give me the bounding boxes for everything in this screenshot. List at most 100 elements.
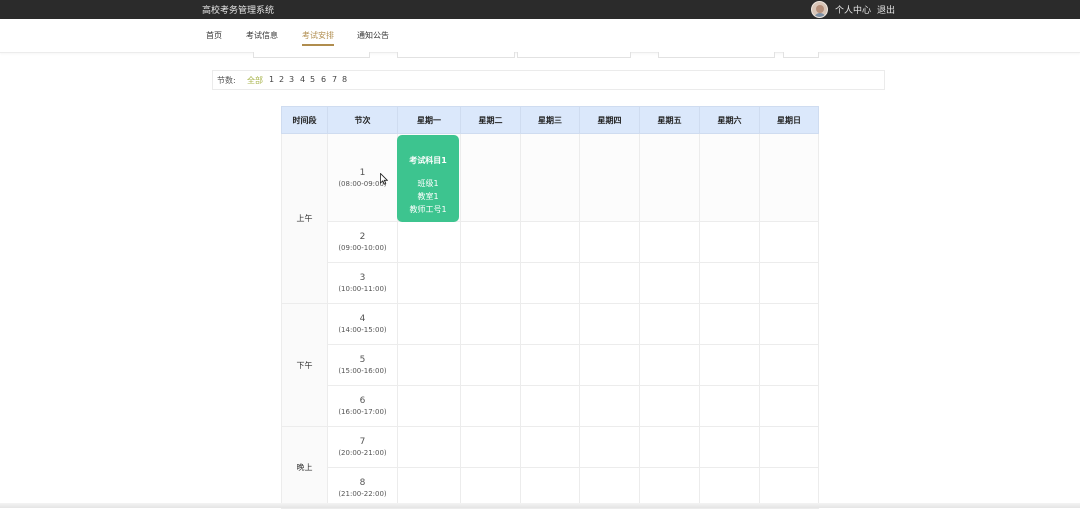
schedule-cell[interactable] — [397, 344, 461, 386]
schedule-cell[interactable] — [460, 385, 521, 427]
slot-number: 5 — [359, 355, 366, 365]
exam-teacher: 教师工号1 — [409, 205, 447, 214]
slot-time: (21:00-22:00) — [338, 490, 387, 498]
schedule-cell[interactable] — [639, 344, 700, 386]
schedule-cell[interactable] — [520, 385, 580, 427]
schedule-cell[interactable] — [759, 221, 819, 263]
schedule-cell[interactable] — [460, 221, 521, 263]
schedule-cell[interactable] — [759, 344, 819, 386]
schedule-cell[interactable] — [520, 133, 580, 222]
schedule-cell[interactable] — [639, 303, 700, 345]
schedule-cell[interactable] — [520, 262, 580, 304]
schedule-cell[interactable] — [699, 303, 760, 345]
user-avatar-icon[interactable] — [811, 1, 828, 18]
section-filter-label: 节数: — [217, 76, 236, 85]
schedule-cell[interactable] — [579, 133, 640, 222]
schedule-cell[interactable] — [397, 221, 461, 263]
schedule-cell[interactable] — [699, 426, 760, 468]
slot-number: 3 — [359, 273, 366, 283]
schedule-cell[interactable] — [579, 426, 640, 468]
schedule-cell[interactable] — [579, 344, 640, 386]
user-center-link[interactable]: 个人中心 — [835, 3, 871, 16]
nav-exam-schedule[interactable]: 考试安排 — [302, 30, 334, 46]
period-afternoon: 下午 — [281, 303, 328, 427]
slot-number: 2 — [359, 232, 366, 242]
section-option-all[interactable]: 全部 — [247, 75, 263, 86]
nav-home[interactable]: 首页 — [206, 30, 222, 41]
search-button[interactable] — [783, 52, 819, 58]
mouse-cursor-icon — [380, 173, 388, 185]
schedule-cell[interactable] — [520, 426, 580, 468]
schedule-cell[interactable] — [460, 344, 521, 386]
nav-notices[interactable]: 通知公告 — [357, 30, 389, 41]
schedule-cell[interactable] — [639, 221, 700, 263]
section-option-1[interactable]: 1 — [269, 75, 274, 84]
schedule-cell[interactable] — [460, 133, 521, 222]
schedule-cell[interactable] — [639, 133, 700, 222]
schedule-cell[interactable] — [699, 221, 760, 263]
slot-number: 4 — [359, 314, 366, 324]
slot-number: 7 — [359, 437, 366, 447]
section-option-3[interactable]: 3 — [289, 75, 294, 84]
header-sunday: 星期日 — [759, 106, 819, 134]
schedule-cell[interactable] — [460, 262, 521, 304]
exam-event-card[interactable]: 考试科目1 班级1 教室1 教师工号1 — [397, 135, 459, 222]
slot-cell: 2 (09:00-10:00) — [327, 221, 398, 263]
section-option-7[interactable]: 7 — [332, 75, 337, 84]
filter-input-4[interactable] — [658, 52, 775, 58]
filter-input-3[interactable] — [517, 52, 631, 58]
main-nav: 首页 考试信息 考试安排 通知公告 — [0, 19, 1080, 53]
section-filter: 节数: 全部 1 2 3 4 5 6 7 8 — [212, 70, 885, 90]
schedule-cell[interactable] — [520, 303, 580, 345]
slot-cell: 5 (15:00-16:00) — [327, 344, 398, 386]
schedule-cell[interactable] — [579, 303, 640, 345]
schedule-cell[interactable] — [639, 426, 700, 468]
slot-cell: 6 (16:00-17:00) — [327, 385, 398, 427]
schedule-cell[interactable] — [639, 262, 700, 304]
slot-time: (20:00-21:00) — [338, 449, 387, 457]
schedule-cell[interactable] — [759, 303, 819, 345]
filter-input-1[interactable] — [253, 52, 370, 58]
slot-cell: 3 (10:00-11:00) — [327, 262, 398, 304]
section-option-5[interactable]: 5 — [310, 75, 315, 84]
schedule-cell[interactable] — [460, 303, 521, 345]
schedule-cell[interactable] — [397, 426, 461, 468]
filter-input-2[interactable] — [397, 52, 515, 58]
schedule-cell[interactable] — [397, 262, 461, 304]
schedule-cell[interactable] — [699, 262, 760, 304]
header-period: 时间段 — [281, 106, 328, 134]
schedule-cell[interactable] — [759, 262, 819, 304]
section-option-2[interactable]: 2 — [279, 75, 284, 84]
table-row: 上午 1 (08:00-09:00) — [281, 133, 819, 304]
schedule-cell[interactable] — [699, 344, 760, 386]
slot-time: (09:00-10:00) — [338, 244, 387, 252]
logout-link[interactable]: 退出 — [877, 3, 895, 16]
section-option-8[interactable]: 8 — [342, 75, 347, 84]
schedule-cell[interactable] — [520, 344, 580, 386]
schedule-cell[interactable] — [699, 133, 760, 222]
slot-time: (16:00-17:00) — [338, 408, 387, 416]
top-bar: 高校考务管理系统 个人中心 退出 — [0, 0, 1080, 19]
schedule-cell[interactable] — [579, 262, 640, 304]
nav-exam-info[interactable]: 考试信息 — [246, 30, 278, 41]
site-title: 高校考务管理系统 — [202, 6, 275, 16]
exam-schedule-table: 时间段 节次 星期一 星期二 星期三 星期四 星期五 星期六 星期日 上午 1(… — [281, 106, 819, 509]
table-row: 5 (15:00-16:00) — [282, 344, 819, 386]
exam-room: 教室1 — [417, 192, 439, 201]
schedule-cell[interactable] — [639, 385, 700, 427]
schedule-cell[interactable] — [759, 133, 819, 222]
header-thursday: 星期四 — [579, 106, 640, 134]
slot-number: 6 — [359, 396, 366, 406]
schedule-cell[interactable] — [579, 385, 640, 427]
schedule-cell[interactable] — [397, 385, 461, 427]
schedule-cell[interactable] — [579, 221, 640, 263]
schedule-cell[interactable] — [397, 303, 461, 345]
header-monday: 星期一 — [397, 106, 461, 134]
schedule-cell[interactable] — [699, 385, 760, 427]
schedule-cell[interactable] — [520, 221, 580, 263]
schedule-cell[interactable] — [460, 426, 521, 468]
section-option-6[interactable]: 6 — [321, 75, 326, 84]
section-option-4[interactable]: 4 — [300, 75, 305, 84]
schedule-cell[interactable] — [759, 385, 819, 427]
schedule-cell[interactable] — [759, 426, 819, 468]
